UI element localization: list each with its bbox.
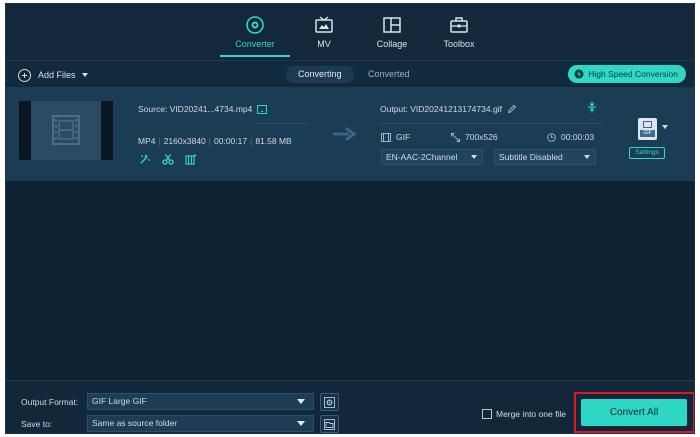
output-format-select[interactable]: GIF Large GIF xyxy=(87,393,314,410)
source-format: MP4 xyxy=(138,136,156,146)
edit-tools xyxy=(139,153,197,165)
save-to-value: Same as source folder xyxy=(92,418,178,428)
add-files-label: Add Files xyxy=(38,70,76,80)
bottom-bar: Output Format: GIF Large GIF Save to: Sa… xyxy=(6,380,694,433)
source-size: 81.58 MB xyxy=(255,136,292,146)
tab-mv[interactable]: MV xyxy=(302,4,346,57)
merge-label: Merge into one file xyxy=(496,409,566,419)
save-to-label: Save to: xyxy=(21,419,53,429)
subtitle-value: Subtitle Disabled xyxy=(499,152,563,162)
lightning-icon xyxy=(574,69,584,79)
output-divider xyxy=(380,123,602,124)
row-divider xyxy=(256,123,308,124)
output-duration: 00:00:03 xyxy=(547,132,594,142)
output-format-select-value: GIF Large GIF xyxy=(92,396,147,406)
subtitle-select[interactable]: Subtitle Disabled xyxy=(494,149,596,165)
source-resolution: 2160x3840 xyxy=(163,136,206,146)
app-window: Converter MV Collage Toolbox Add Files C… xyxy=(5,3,695,434)
output-duration-value: 00:00:03 xyxy=(561,132,595,142)
active-tab-indicator xyxy=(220,55,290,57)
toolbox-icon xyxy=(450,17,468,33)
collage-icon xyxy=(383,17,401,33)
save-to-select[interactable]: Same as source folder xyxy=(87,415,314,432)
output-format: GIF xyxy=(381,132,410,142)
high-speed-label: High Speed Conversion xyxy=(588,69,678,79)
add-circle-icon xyxy=(18,68,31,82)
chevron-down-icon xyxy=(471,155,477,159)
magic-wand-icon[interactable] xyxy=(139,153,151,165)
arrow-right-icon xyxy=(333,127,357,141)
chevron-down-icon xyxy=(297,421,305,426)
clock-icon xyxy=(547,132,556,142)
film-strip-icon xyxy=(381,132,391,142)
high-speed-conversion-button[interactable]: High Speed Conversion xyxy=(568,65,686,83)
tab-converting[interactable]: Converting xyxy=(286,66,354,83)
format-badge: GIF xyxy=(640,130,655,137)
chevron-down-icon xyxy=(297,399,305,404)
audio-track-value: EN-AAC-2Channel xyxy=(386,152,458,162)
toolbar: Add Files Converting Converted High Spee… xyxy=(6,60,694,87)
tab-collage-label: Collage xyxy=(376,39,408,49)
output-format-button[interactable]: GIF xyxy=(638,118,657,140)
output-resolution-value: 700x526 xyxy=(465,132,498,142)
converter-icon xyxy=(246,16,264,34)
tab-converted[interactable]: Converted xyxy=(356,66,422,83)
merge-option[interactable]: Merge into one file xyxy=(482,409,566,419)
tab-mv-label: MV xyxy=(317,39,331,49)
tab-toolbox-label: Toolbox xyxy=(443,39,475,49)
output-format-value: GIF xyxy=(396,132,411,142)
folder-icon xyxy=(324,419,335,430)
source-filename: Source: VID20241...4734.mp4 xyxy=(138,104,268,114)
settings-button[interactable]: Settings xyxy=(629,147,665,159)
film-icon xyxy=(52,115,80,145)
open-folder-button[interactable] xyxy=(320,415,339,433)
source-duration: 00:00:17 xyxy=(214,136,248,146)
top-navigation: Converter MV Collage Toolbox xyxy=(6,4,694,60)
chevron-down-icon[interactable] xyxy=(81,73,88,77)
tab-collage[interactable]: Collage xyxy=(368,4,416,57)
tab-converter-label: Converter xyxy=(235,39,275,49)
file-info-icon[interactable] xyxy=(257,104,268,114)
scissors-icon[interactable] xyxy=(162,153,174,165)
settings-gear-icon xyxy=(324,397,335,408)
add-files-button[interactable]: Add Files xyxy=(18,67,88,83)
output-format-label: Output Format: xyxy=(21,397,79,407)
output-resolution: 700x526 xyxy=(451,132,498,142)
source-meta: MP4 | 2160x3840 | 00:00:17 | 81.58 MB xyxy=(138,136,292,146)
audio-track-select[interactable]: EN-AAC-2Channel xyxy=(381,149,483,165)
document-icon xyxy=(643,121,652,128)
tab-converter[interactable]: Converter xyxy=(220,4,290,57)
mv-icon xyxy=(315,16,333,33)
resize-icon xyxy=(451,132,460,142)
video-thumbnail[interactable] xyxy=(19,101,113,160)
compress-icon[interactable] xyxy=(587,101,597,113)
merge-checkbox[interactable] xyxy=(482,409,492,419)
enhance-icon[interactable] xyxy=(185,153,197,165)
chevron-down-icon xyxy=(584,155,590,159)
output-label: Output: VID20241213174734.gif xyxy=(380,104,502,114)
source-label: Source: VID20241...4734.mp4 xyxy=(138,104,253,114)
convert-all-button[interactable]: Convert All xyxy=(581,399,687,426)
tab-toolbox[interactable]: Toolbox xyxy=(436,4,482,57)
format-settings-button[interactable] xyxy=(320,393,339,411)
edit-pencil-icon[interactable] xyxy=(507,104,517,114)
file-item: Source: VID20241...4734.mp4 MP4 | 2160x3… xyxy=(6,87,694,181)
output-filename: Output: VID20241213174734.gif xyxy=(380,104,517,114)
format-dropdown-icon[interactable] xyxy=(662,125,668,129)
